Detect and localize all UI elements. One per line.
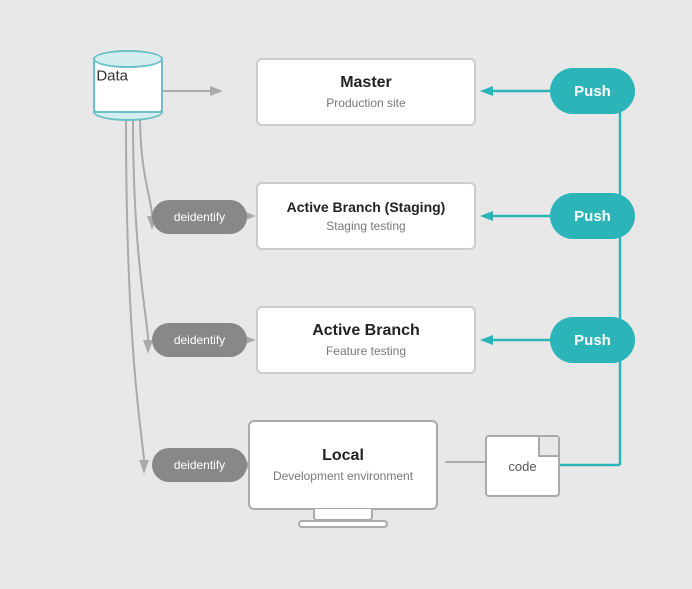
feature-box: Active Branch Feature testing (256, 306, 476, 374)
push-staging-button[interactable]: Push (550, 193, 635, 239)
local-computer: Local Development environment (243, 420, 443, 540)
data-label: Data (96, 68, 128, 85)
master-title: Master (340, 74, 392, 92)
diagram: Data Master Production site Push deident… (0, 0, 692, 589)
staging-subtitle: Staging testing (326, 219, 405, 233)
local-subtitle: Development environment (273, 469, 413, 483)
deidentify-local-pill: deidentify (152, 448, 247, 482)
push-feature-button[interactable]: Push (550, 317, 635, 363)
local-title: Local (322, 447, 364, 465)
deidentify-feature-pill: deidentify (152, 323, 247, 357)
computer-base (298, 520, 388, 528)
code-box: code (485, 435, 560, 497)
code-label: code (508, 459, 536, 474)
feature-subtitle: Feature testing (326, 344, 406, 358)
feature-title: Active Branch (312, 322, 420, 340)
push-master-button[interactable]: Push (550, 68, 635, 114)
master-subtitle: Production site (326, 96, 405, 110)
deidentify-staging-pill: deidentify (152, 200, 247, 234)
master-box: Master Production site (256, 58, 476, 126)
data-cylinder: Data (88, 50, 168, 121)
cylinder-top (93, 50, 163, 68)
local-screen: Local Development environment (248, 420, 438, 510)
staging-box: Active Branch (Staging) Staging testing (256, 182, 476, 250)
staging-title: Active Branch (Staging) (287, 199, 446, 215)
